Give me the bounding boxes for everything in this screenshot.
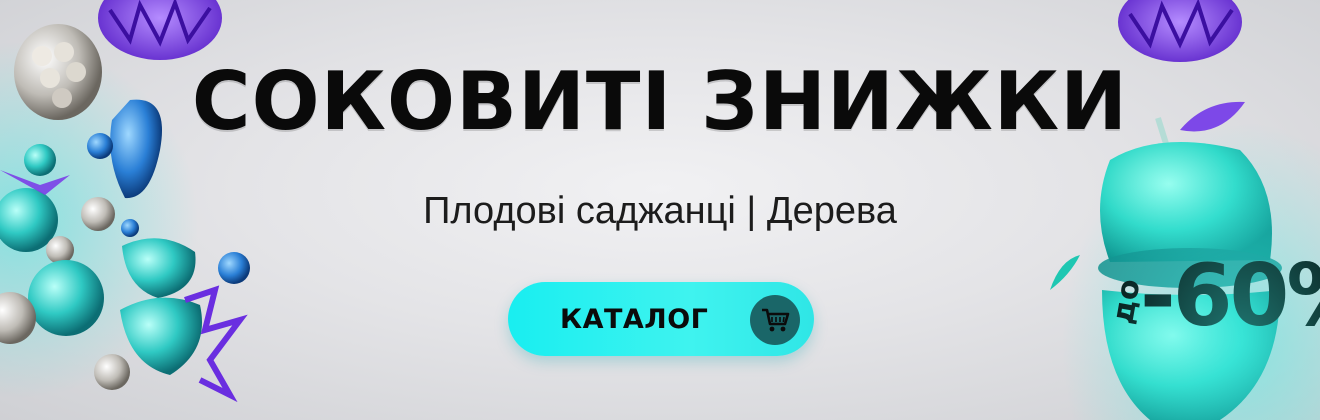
catalog-button-label: КАТАЛОГ [560,304,709,335]
discount-badge: до -60% [1100,244,1320,364]
discount-value: -60% [1140,246,1320,346]
catalog-button[interactable]: КАТАЛОГ [508,282,814,356]
green-apple-icon [1100,142,1272,262]
shopping-cart-icon [750,295,800,345]
purple-flower-icon [98,0,222,60]
page-title: СОКОВИТІ ЗНИЖКИ [191,55,1129,148]
promo-banner[interactable]: СОКОВИТІ ЗНИЖКИ Плодові саджанці | Дерев… [0,0,1320,420]
banner-subtitle: Плодові саджанці | Дерева [423,190,897,232]
discount-prefix: до [1105,276,1148,327]
purple-flower-icon [1118,0,1242,62]
